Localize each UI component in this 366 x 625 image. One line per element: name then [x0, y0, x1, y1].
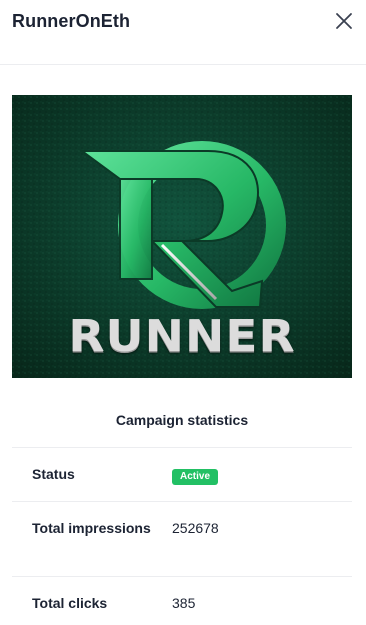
stats-row-label: Total clicks — [32, 595, 108, 611]
stats-row-impressions: Total impressions 252678 — [12, 501, 352, 576]
panel-header: RunnerOnEth — [0, 0, 366, 65]
stats-row-label: Status — [32, 466, 75, 482]
stats-row-value: 385 — [172, 595, 196, 611]
panel-title: RunnerOnEth — [12, 11, 131, 31]
stats-title: Campaign statistics — [115, 412, 249, 428]
stats-row-clicks: Total clicks 385 — [12, 576, 352, 625]
stats-row-label: Total impressions — [32, 520, 151, 536]
banner-logo-text: RUNNER — [68, 311, 296, 362]
campaign-details-panel: RunnerOnEth RUNNER Campaign statistics S… — [0, 0, 366, 625]
stats-row-status: Status Active — [12, 447, 352, 501]
stats-row-value: Active — [172, 464, 219, 485]
close-icon — [336, 13, 352, 29]
campaign-banner-image: RUNNER — [12, 95, 352, 378]
status-badge: Active — [172, 469, 219, 485]
close-button[interactable] — [334, 11, 354, 31]
stats-row-value: 252678 — [172, 520, 219, 536]
